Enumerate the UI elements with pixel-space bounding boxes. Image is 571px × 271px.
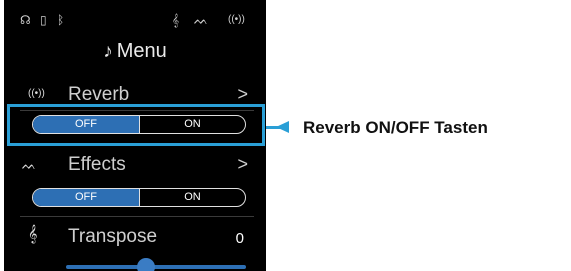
- chevron-right-icon: >: [237, 84, 248, 104]
- chevron-right-icon: >: [237, 154, 248, 174]
- transpose-label: Transpose: [68, 226, 158, 247]
- effects-on-button[interactable]: ON: [139, 189, 245, 206]
- status-bar: ☊ ▯ ᛒ 𝄞 ᨓ ((•)): [4, 12, 266, 28]
- bluetooth-icon: ᛒ: [57, 13, 65, 27]
- effects-toggle[interactable]: OFF ON: [32, 188, 246, 207]
- effects-off-button[interactable]: OFF: [33, 189, 139, 206]
- effects-label: Effects: [68, 154, 126, 175]
- transpose-slider-track[interactable]: [66, 265, 246, 269]
- divider: [20, 216, 254, 217]
- music-note-icon: ♪: [103, 41, 113, 62]
- menu-item-transpose[interactable]: 𝄞 Transpose 0: [4, 226, 266, 254]
- headphones-icon: ☊: [20, 13, 31, 27]
- transpose-icon: 𝄞: [28, 226, 38, 243]
- callout-arrow-icon: [276, 121, 289, 133]
- reverb-label: Reverb: [68, 84, 130, 105]
- menu-title: Menu: [116, 40, 167, 62]
- effects-icon: ᨓ: [194, 13, 209, 27]
- effects-icon: ᨓ: [22, 158, 37, 172]
- reverb-toggle-highlight: [7, 104, 265, 146]
- transpose-icon: 𝄞: [172, 13, 180, 27]
- page-title: ♪ Menu: [4, 40, 266, 63]
- usb-drive-icon: ▯: [40, 13, 47, 27]
- reverb-icon: ((•)): [228, 14, 245, 25]
- menu-item-effects[interactable]: ᨓ Effects >: [4, 154, 266, 182]
- callout-label: Reverb ON/OFF Tasten: [303, 118, 488, 137]
- transpose-slider-handle[interactable]: [137, 258, 155, 271]
- transpose-value: 0: [235, 230, 244, 247]
- reverb-icon: ((•)): [28, 88, 45, 99]
